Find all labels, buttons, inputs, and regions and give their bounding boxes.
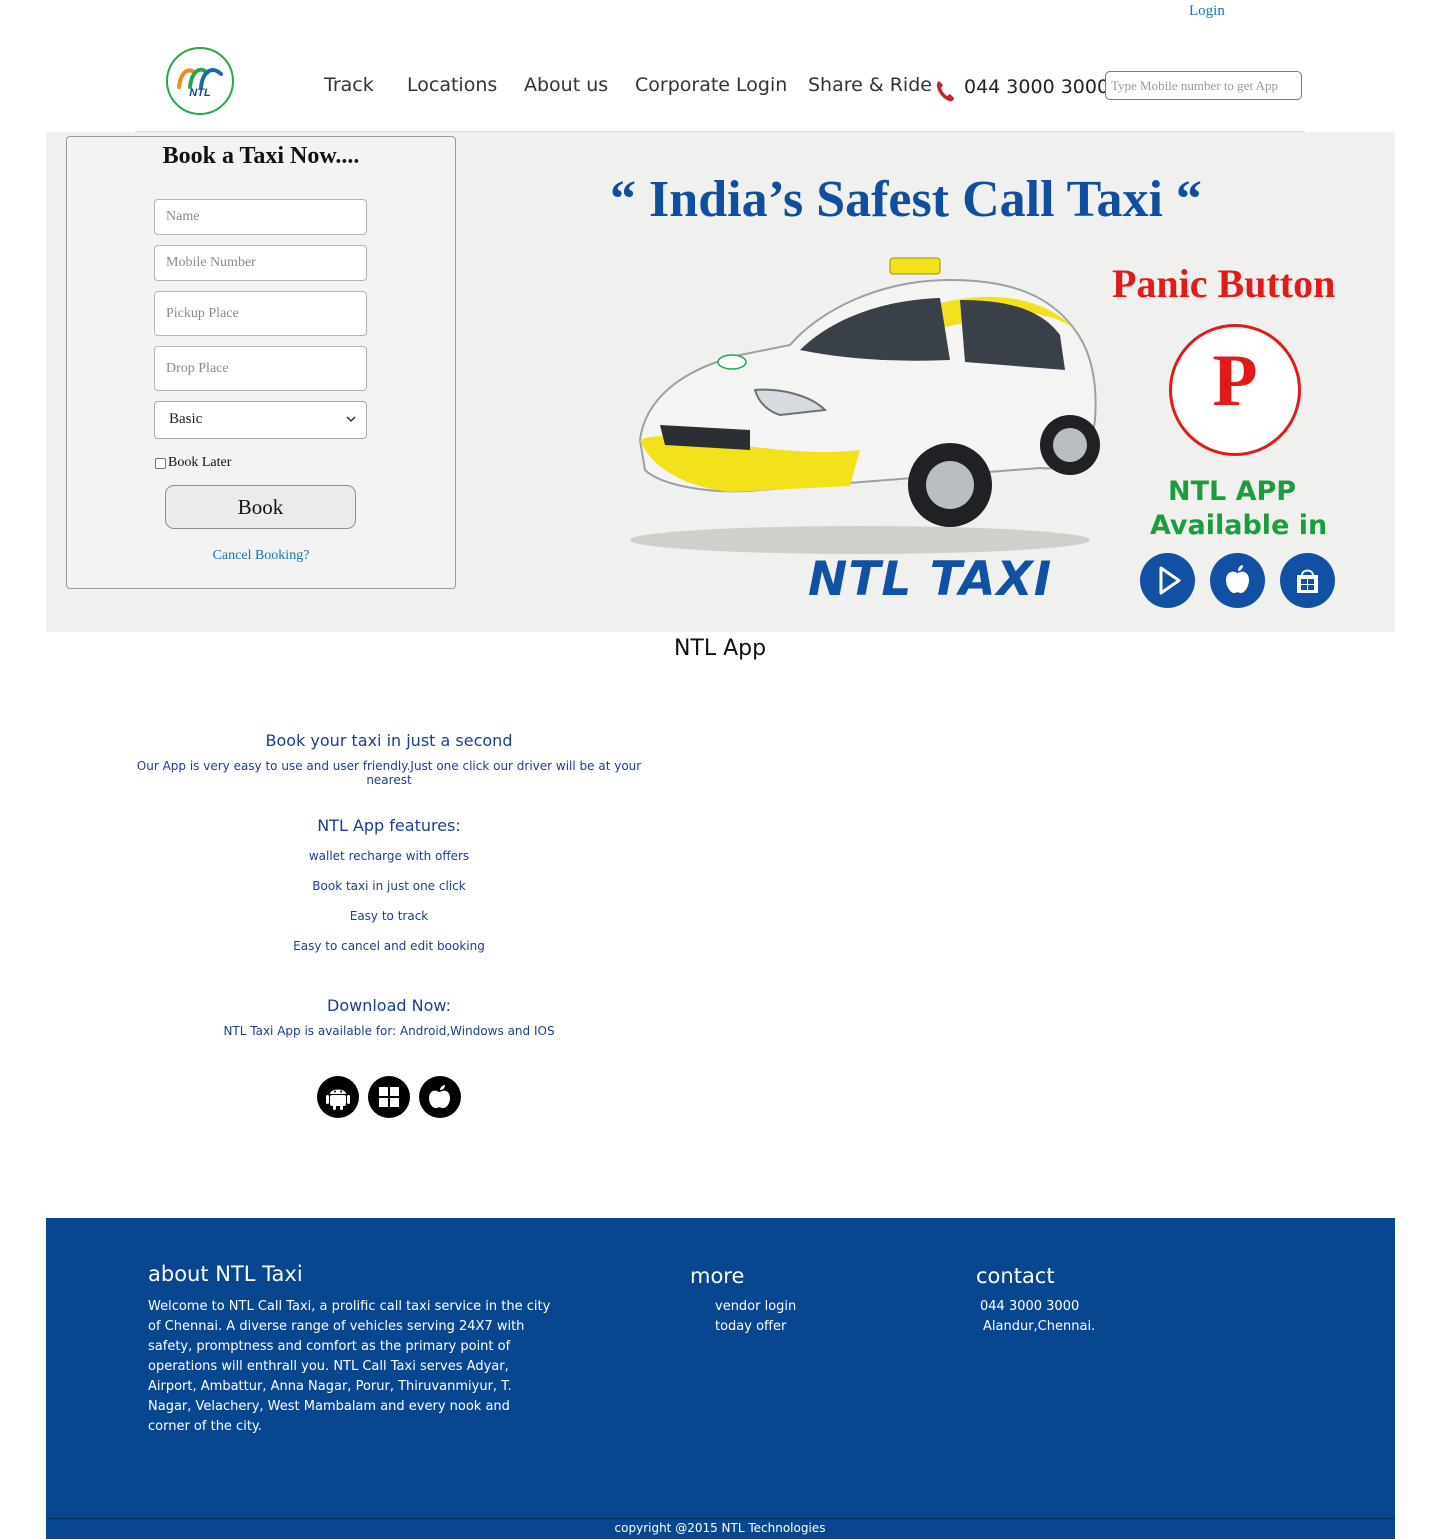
book-button[interactable]: Book [165,485,356,529]
booking-form: Book a Taxi Now.... Basic Book Later Boo… [66,136,456,589]
nav-corporate-login[interactable]: Corporate Login [635,74,787,96]
feature-item: Easy to track [349,909,429,923]
vehicle-type-value: Basic [169,411,203,427]
feature-item: Book taxi in just one click [312,879,466,893]
ntl-logo[interactable]: NTL [166,47,234,115]
vendor-login-link[interactable]: vendor login [715,1297,796,1317]
download-text: NTL Taxi App is available for: Android,W… [223,1024,555,1038]
footer-contact-heading: contact [976,1264,1055,1288]
feature-item: Easy to cancel and edit booking [293,939,485,953]
nav-locations[interactable]: Locations [407,74,497,96]
feature-item: wallet recharge with offers [308,849,470,863]
footer-contact-phone: 044 3000 3000 [980,1299,1080,1314]
ntl-app-heading: NTL App [673,636,767,661]
footer-divider [46,1518,1395,1519]
footer-contact-address: Alandur,Chennai. [983,1319,1096,1334]
android-icon[interactable] [317,1076,359,1118]
google-play-icon[interactable] [1140,553,1195,608]
get-app-mobile-input[interactable] [1105,71,1302,100]
footer-about-text: Welcome to NTL Call Taxi, a prolific cal… [148,1299,551,1434]
footer-more-heading: more [690,1264,745,1288]
mobile-number-input[interactable] [154,245,367,281]
phone-icon [936,81,954,102]
apple-icon[interactable] [419,1076,461,1118]
taxi-brand-label: NTL TAXI [808,552,1053,607]
name-input[interactable] [154,199,367,235]
nav-track[interactable]: Track [324,74,374,96]
drop-place-input[interactable] [154,346,367,391]
app-promo-title: NTL APP [1168,476,1297,507]
book-fast-heading: Book your taxi in just a second [265,731,513,750]
hero-tagline: “ India’s Safest Call Taxi “ [610,171,1202,228]
today-offer-link[interactable]: today offer [715,1317,786,1337]
logo-text: NTL [189,87,211,99]
book-fast-text: Our App is very easy to use and user fri… [136,759,642,787]
windows-store-icon[interactable] [1280,553,1335,608]
pickup-place-input[interactable] [154,291,367,336]
vehicle-type-select[interactable]: Basic [154,401,367,439]
nav-about-us[interactable]: About us [524,74,608,96]
download-heading: Download Now: [327,996,451,1015]
taxi-car-image [630,257,1100,554]
features-heading: NTL App features: [317,816,461,835]
panic-button-icon: P [1169,324,1301,456]
app-promo-subtitle: Available in [1150,510,1328,541]
book-later-label: Book Later [168,455,232,470]
windows-icon[interactable] [368,1076,410,1118]
apple-store-icon[interactable] [1210,553,1265,608]
header-phone-number[interactable]: 044 3000 3000 [964,76,1109,98]
login-link[interactable]: Login [1189,3,1225,20]
copyright-text: copyright @2015 NTL Technologies [614,1521,826,1535]
panic-letter: P [1212,340,1258,422]
footer-about-heading: about NTL Taxi [148,1262,303,1286]
chevron-down-icon [346,416,356,423]
booking-title: Book a Taxi Now.... [162,143,360,169]
cancel-booking-link[interactable]: Cancel Booking? [67,548,455,564]
nav-share-ride[interactable]: Share & Ride [808,74,932,96]
panic-button-title: Panic Button [1112,261,1336,306]
book-later-checkbox[interactable] [155,458,166,469]
